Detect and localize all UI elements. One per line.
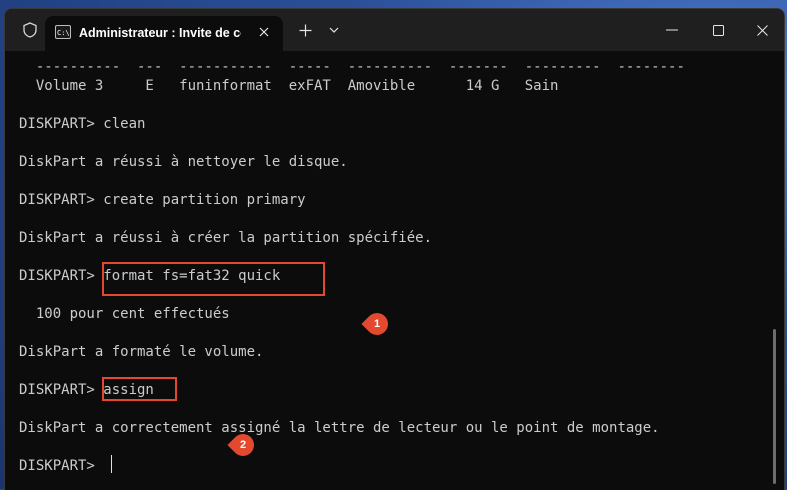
- tab-command-prompt[interactable]: C:\ Administrateur : Invite de con: [45, 16, 283, 51]
- text-cursor: [111, 455, 112, 473]
- terminal-output[interactable]: ---------- --- ----------- ----- -------…: [5, 51, 784, 490]
- highlight-format-command: [102, 262, 325, 296]
- terminal-line: DISKPART> create partition primary: [19, 192, 306, 208]
- chevron-down-icon[interactable]: [323, 9, 345, 51]
- close-icon[interactable]: [253, 21, 275, 43]
- annotation-number-1: 1: [373, 318, 381, 330]
- terminal-line: DiskPart a formaté le volume.: [19, 344, 264, 360]
- close-icon[interactable]: [741, 9, 784, 51]
- highlight-assign-command: [102, 377, 177, 401]
- terminal-line: DiskPart a réussi à nettoyer le disque.: [19, 154, 348, 170]
- terminal-line: DiskPart a réussi à créer la partition s…: [19, 230, 433, 246]
- terminal-line: Volume 3 E funinformat exFAT Amovible 14…: [19, 78, 559, 94]
- annotation-number-2: 2: [239, 439, 247, 451]
- minimize-icon[interactable]: [649, 9, 695, 51]
- cmd-icon: C:\: [55, 25, 71, 39]
- title-bar[interactable]: C:\ Administrateur : Invite de con: [5, 9, 784, 51]
- terminal-window: C:\ Administrateur : Invite de con -----…: [4, 8, 785, 490]
- terminal-prompt: DISKPART>: [19, 458, 104, 474]
- plus-icon[interactable]: [292, 9, 318, 51]
- terminal-line: ---------- --- ----------- ----- -------…: [19, 59, 685, 75]
- maximize-icon[interactable]: [695, 9, 741, 51]
- tab-title: Administrateur : Invite de con: [79, 26, 241, 40]
- terminal-line: DISKPART> clean: [19, 116, 146, 132]
- terminal-line: DiskPart a correctement assigné la lettr…: [19, 420, 660, 436]
- terminal-line: 100 pour cent effectués: [19, 306, 230, 322]
- shield-icon: [15, 9, 45, 51]
- vertical-scrollbar[interactable]: [773, 329, 776, 484]
